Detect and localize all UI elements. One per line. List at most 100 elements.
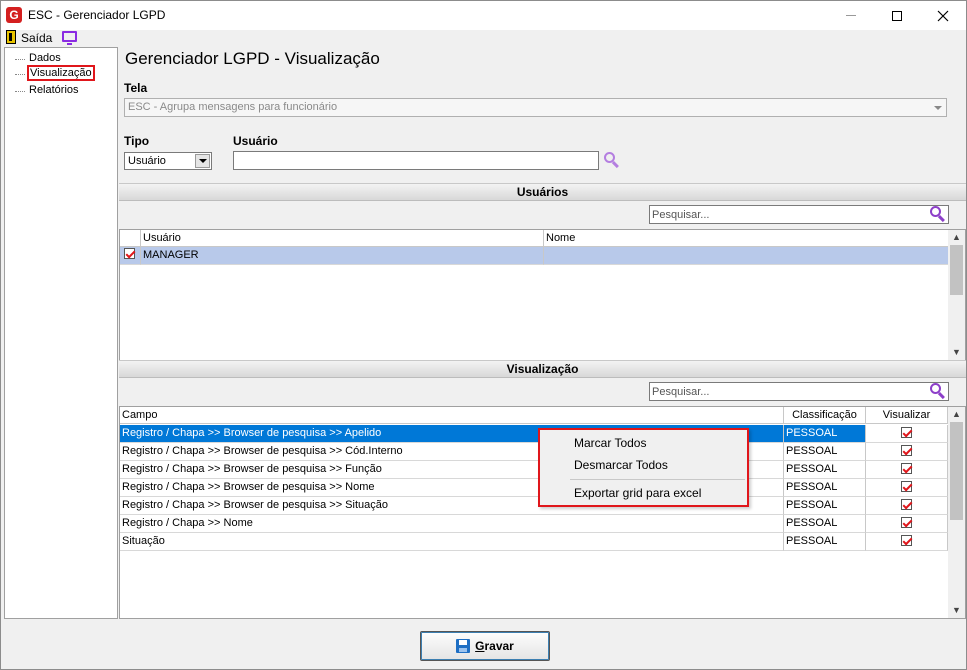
scroll-up-icon[interactable]: ▲ <box>952 410 961 419</box>
usuario-input[interactable] <box>233 151 599 170</box>
table-row[interactable]: Registro / Chapa >> Browser de pesquisa … <box>120 461 949 479</box>
row-checkbox-cell[interactable] <box>120 247 141 265</box>
table-row[interactable]: Registro / Chapa >> Browser de pesquisa … <box>120 425 949 443</box>
view-grid-scrollbar[interactable]: ▲ ▼ <box>948 407 965 618</box>
column-header-classificacao[interactable]: Classificação <box>784 407 866 424</box>
table-row[interactable]: Registro / Chapa >> Browser de pesquisa … <box>120 443 949 461</box>
users-grid: Usuário Nome MANAGER ▲ ▼ <box>119 229 966 361</box>
cell-usuario: MANAGER <box>141 247 544 265</box>
cell-visualizar[interactable] <box>866 533 948 551</box>
users-search-input[interactable] <box>652 207 922 222</box>
close-button[interactable] <box>920 1 966 30</box>
cell-visualizar[interactable] <box>866 497 948 515</box>
chevron-down-icon[interactable] <box>195 154 210 168</box>
maximize-icon <box>892 10 902 21</box>
navigation-tree: Dados Visualização Relatórios <box>4 47 118 619</box>
cell-classificacao: PESSOAL <box>784 515 866 533</box>
app-window: G ESC - Gerenciador LGPD Saída Dados Vis… <box>0 0 967 670</box>
table-row[interactable]: Registro / Chapa >> Nome PESSOAL <box>120 515 949 533</box>
checkbox[interactable] <box>124 248 135 259</box>
scroll-up-icon[interactable]: ▲ <box>952 233 961 242</box>
column-header-usuario[interactable]: Usuário <box>141 230 544 247</box>
checkbox[interactable] <box>901 463 912 474</box>
chevron-down-icon[interactable] <box>929 99 946 116</box>
window-title: ESC - Gerenciador LGPD <box>28 8 166 22</box>
cell-visualizar[interactable] <box>866 443 948 461</box>
tipo-label: Tipo <box>124 134 150 148</box>
cell-visualizar[interactable] <box>866 425 948 443</box>
users-section-header: Usuários <box>119 183 966 201</box>
cell-nome <box>544 247 949 265</box>
checkbox[interactable] <box>901 535 912 546</box>
scroll-down-icon[interactable]: ▼ <box>952 606 961 615</box>
tipo-select[interactable]: Usuário <box>124 152 212 170</box>
tree-item-relatorios[interactable]: Relatórios <box>13 84 81 98</box>
cell-visualizar[interactable] <box>866 515 948 533</box>
scrollbar-thumb[interactable] <box>950 422 963 520</box>
table-row[interactable]: MANAGER <box>120 247 949 265</box>
save-button-label: Gravar <box>475 639 514 653</box>
tree-item-dados[interactable]: Dados <box>13 52 63 66</box>
tree-item-visualizacao[interactable]: Visualização <box>13 65 95 81</box>
menu-item-exportar-excel[interactable]: Exportar grid para excel <box>540 482 747 504</box>
minimize-button[interactable] <box>828 1 874 30</box>
tela-select[interactable]: ESC - Agrupa mensagens para funcionário <box>124 98 947 117</box>
app-logo-icon: G <box>6 7 22 23</box>
checkbox[interactable] <box>901 481 912 492</box>
exit-menu-item[interactable]: Saída <box>21 31 52 45</box>
users-grid-scrollbar[interactable]: ▲ ▼ <box>948 230 965 360</box>
maximize-button[interactable] <box>874 1 920 30</box>
save-button[interactable]: Gravar <box>420 631 550 661</box>
table-row[interactable]: Situação PESSOAL <box>120 533 949 551</box>
cell-classificacao: PESSOAL <box>784 461 866 479</box>
cell-visualizar[interactable] <box>866 461 948 479</box>
menu-item-desmarcar-todos[interactable]: Desmarcar Todos <box>540 454 747 476</box>
usuario-label: Usuário <box>233 134 278 148</box>
tela-select-value: ESC - Agrupa mensagens para funcionário <box>128 101 338 113</box>
minimize-icon <box>846 15 856 16</box>
view-search-input[interactable] <box>652 384 922 399</box>
page-title: Gerenciador LGPD - Visualização <box>125 49 380 68</box>
exit-door-icon <box>6 30 16 44</box>
cell-visualizar[interactable] <box>866 479 948 497</box>
scroll-down-icon[interactable]: ▼ <box>952 348 961 357</box>
cell-campo: Situação <box>120 533 784 551</box>
scrollbar-thumb[interactable] <box>950 245 963 295</box>
context-menu: Marcar Todos Desmarcar Todos Exportar gr… <box>538 428 749 507</box>
checkbox[interactable] <box>901 517 912 528</box>
monitor-icon[interactable] <box>62 31 77 45</box>
cell-classificacao: PESSOAL <box>784 443 866 461</box>
search-icon[interactable] <box>930 206 946 223</box>
tipo-select-value: Usuário <box>128 155 166 167</box>
tela-label: Tela <box>124 81 148 95</box>
tree-item-label: Relatórios <box>29 84 79 96</box>
cell-classificacao: PESSOAL <box>784 479 866 497</box>
tree-item-label: Visualização <box>27 65 95 81</box>
tree-item-label: Dados <box>29 52 61 64</box>
cell-campo: Registro / Chapa >> Nome <box>120 515 784 533</box>
view-grid-header: Campo Classificação Visualizar <box>120 407 949 424</box>
column-header-nome[interactable]: Nome <box>544 230 949 247</box>
title-bar: G ESC - Gerenciador LGPD <box>1 1 966 30</box>
cell-classificacao: PESSOAL <box>784 533 866 551</box>
table-row[interactable]: Registro / Chapa >> Browser de pesquisa … <box>120 497 949 515</box>
menu-separator <box>570 479 745 480</box>
view-section-header: Visualização <box>119 360 966 378</box>
users-search-box[interactable] <box>649 205 949 224</box>
floppy-disk-icon <box>456 639 471 653</box>
close-icon <box>937 10 949 21</box>
table-row[interactable]: Registro / Chapa >> Browser de pesquisa … <box>120 479 949 497</box>
menu-bar: Saída <box>1 30 966 46</box>
column-header-campo[interactable]: Campo <box>120 407 784 424</box>
checkbox[interactable] <box>901 445 912 456</box>
search-icon[interactable] <box>604 152 620 169</box>
menu-item-marcar-todos[interactable]: Marcar Todos <box>540 432 747 454</box>
cell-classificacao: PESSOAL <box>784 497 866 515</box>
checkbox[interactable] <box>901 427 912 438</box>
checkbox[interactable] <box>901 499 912 510</box>
column-header-visualizar[interactable]: Visualizar <box>866 407 948 424</box>
search-icon[interactable] <box>930 383 946 400</box>
cell-classificacao: PESSOAL <box>784 425 866 443</box>
view-search-box[interactable] <box>649 382 949 401</box>
users-grid-header: Usuário Nome <box>120 230 949 247</box>
